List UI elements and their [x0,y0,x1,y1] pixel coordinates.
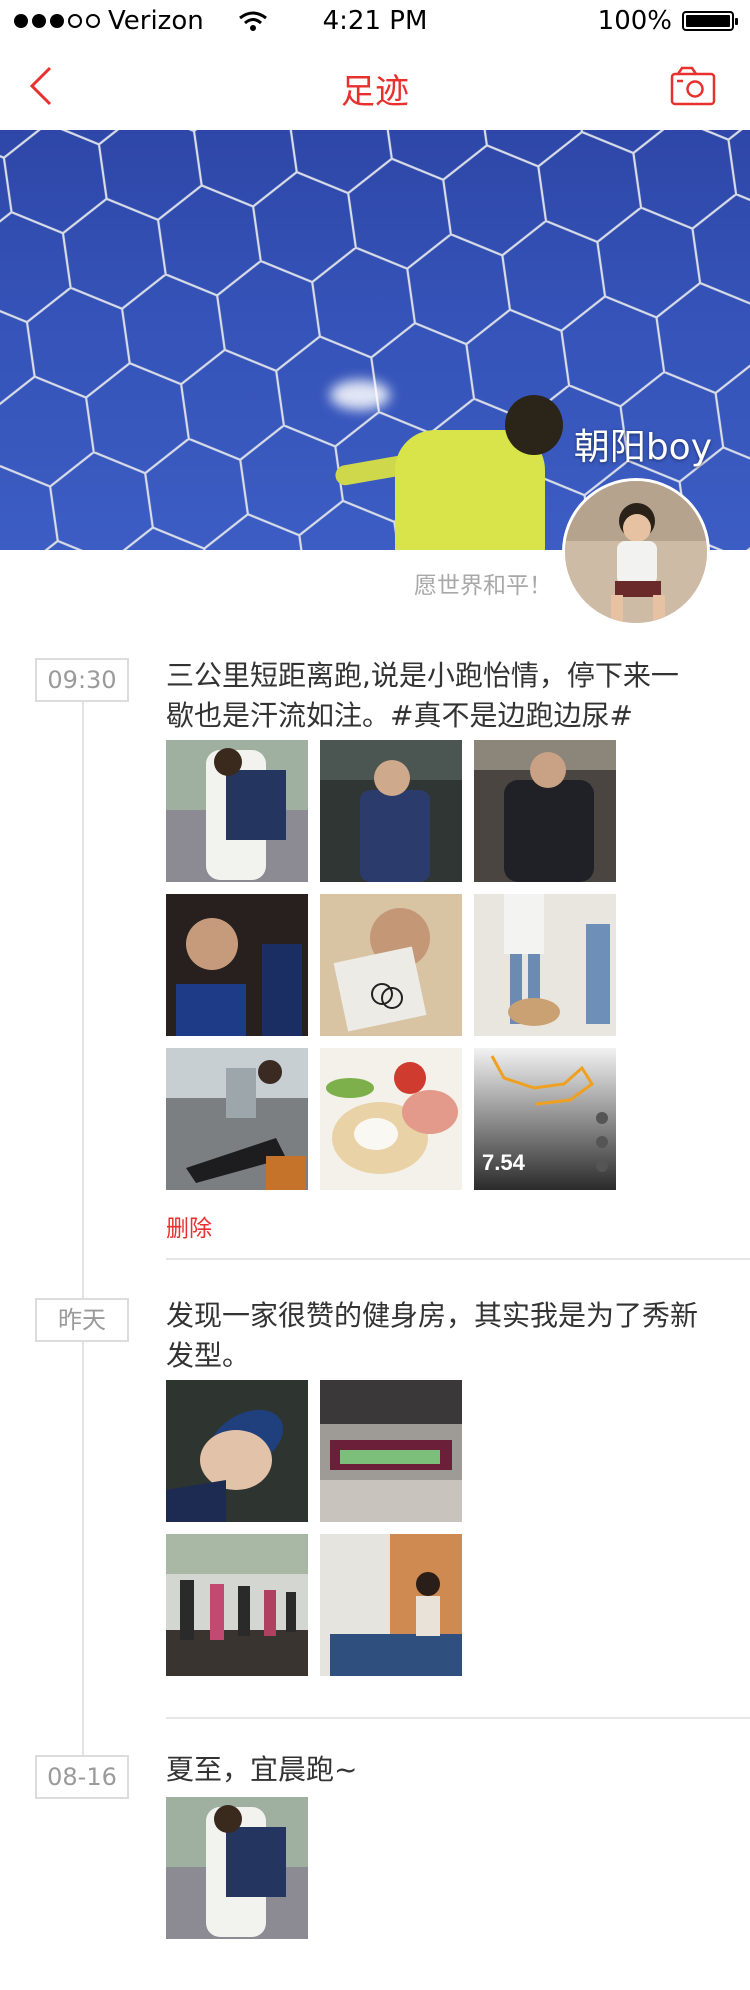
timeline-line [82,700,84,1780]
nav-bar: 足迹 [0,42,750,130]
photo-thumbnail[interactable] [320,1380,462,1522]
photo-thumbnail[interactable] [166,1534,308,1676]
photo-grid: 7.54 [166,740,616,1190]
entry-date-tag: 09:30 [35,658,129,702]
photo-thumbnail[interactable] [320,1534,462,1676]
status-bar: Verizon 4:21 PM 100% [0,0,750,40]
profile-motto: 愿世界和平！ [414,573,552,599]
entry-divider [166,1258,750,1260]
photo-thumbnail[interactable] [166,894,308,1036]
goalkeeper-head [505,395,563,455]
camera-icon [670,66,716,106]
delete-button[interactable]: 删除 [166,1209,212,1243]
battery-percent: 100% [597,6,672,36]
entry-text: 发现一家很赞的健身房，其实我是为了秀新发型。 [166,1299,699,1372]
photo-thumbnail[interactable] [320,1048,462,1190]
photo-thumbnail[interactable] [320,894,462,1036]
entry-divider [166,1717,750,1719]
photo-thumbnail[interactable] [474,894,616,1036]
photo-thumbnail[interactable] [474,740,616,882]
camera-button[interactable] [670,66,716,106]
page-title: 足迹 [341,72,409,112]
entry-date-tag: 昨天 [35,1298,129,1342]
battery-icon [682,11,738,31]
entry-text: 夏至，宜晨跑~ [166,1753,358,1786]
photo-thumbnail[interactable] [166,1797,308,1939]
cloud [330,380,390,410]
photo-thumbnail[interactable] [166,1380,308,1522]
entry-date-tag: 08-16 [35,1755,129,1799]
battery-indicator: 100% [597,6,738,36]
entry-text: 三公里短距离跑,说是小跑怡情，停下来一歇也是汗流如注。#真不是边跑边尿# [166,659,679,732]
run-map-thumbnail[interactable]: 7.54 [474,1048,616,1190]
photo-grid [166,1797,616,1939]
avatar-photo [565,481,707,623]
run-distance-value: 7.54 [482,1150,526,1175]
username: 朝阳boy [573,427,712,468]
photo-thumbnail[interactable] [320,740,462,882]
photo-thumbnail[interactable] [166,740,308,882]
avatar[interactable] [562,478,710,626]
photo-thumbnail[interactable] [166,1048,308,1190]
photo-grid [166,1380,462,1676]
